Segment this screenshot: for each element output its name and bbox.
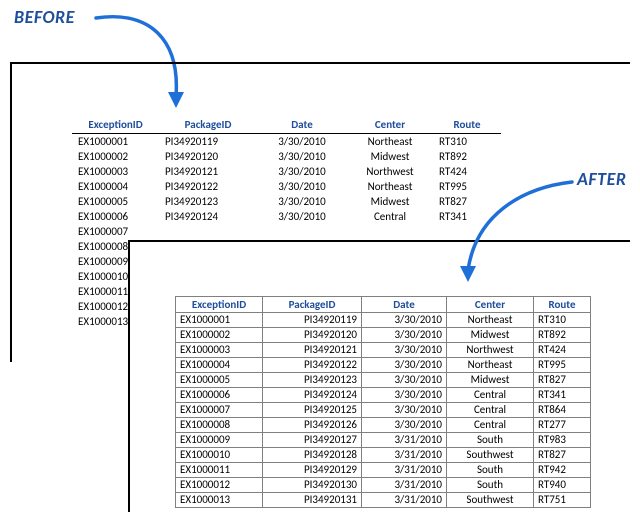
- arrow-after-icon: [0, 0, 640, 518]
